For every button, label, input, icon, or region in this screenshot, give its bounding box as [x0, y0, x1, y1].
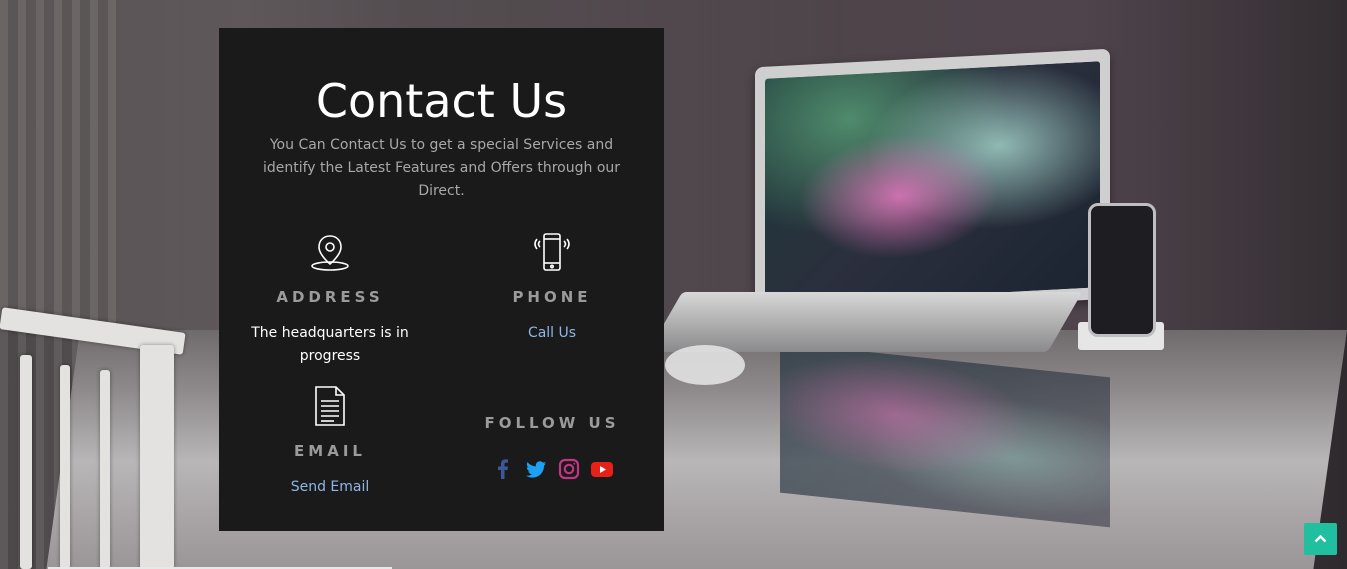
back-to-top-button[interactable]: [1304, 523, 1337, 555]
instagram-icon[interactable]: [556, 456, 582, 482]
twitter-icon[interactable]: [523, 456, 549, 482]
email-label: EMAIL: [294, 442, 366, 460]
facebook-icon[interactable]: [490, 456, 516, 482]
phone-label: PHONE: [512, 288, 592, 306]
document-icon: [312, 385, 348, 427]
send-email-link[interactable]: Send Email: [230, 476, 430, 499]
address-value: The headquarters is in progress: [251, 325, 409, 364]
hero-background-image: [0, 0, 1347, 569]
mouse: [665, 345, 745, 385]
chair: [0, 307, 200, 569]
youtube-icon[interactable]: [589, 456, 615, 482]
laptop-base: [647, 292, 1083, 352]
map-pin-icon: [310, 232, 350, 272]
page-title: Contact Us: [315, 74, 568, 128]
follow-us-label: FOLLOW US: [484, 414, 620, 432]
smartphone-ringing-icon: [532, 231, 572, 273]
contact-subtitle: You Can Contact Us to get a special Serv…: [262, 137, 621, 199]
phone: [1088, 203, 1156, 337]
social-links: [490, 456, 620, 482]
address-label: ADDRESS: [276, 288, 384, 306]
call-us-link[interactable]: Call Us: [452, 322, 652, 345]
contact-card: Contact Us You Can Contact Us to get a s…: [219, 28, 664, 531]
laptop-screen: [755, 48, 1110, 318]
chevron-up-icon: [1314, 534, 1327, 543]
